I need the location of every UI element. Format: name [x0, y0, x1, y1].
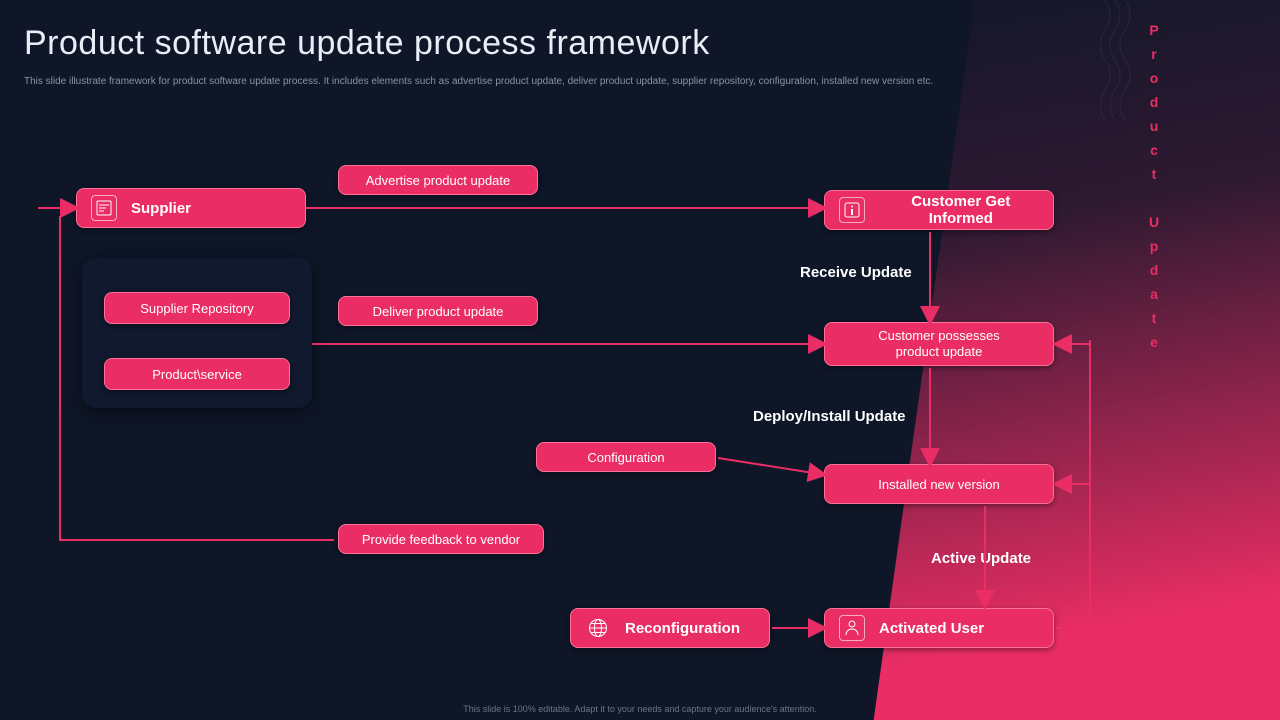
node-installed-label: Installed new version: [878, 477, 999, 492]
node-activated-user-label: Activated User: [879, 620, 984, 637]
node-deliver-label: Deliver product update: [373, 304, 504, 319]
node-product-service: Product\service: [104, 358, 290, 390]
step-receive-label: Receive Update: [800, 264, 912, 281]
node-reconfiguration: Reconfiguration: [570, 608, 770, 648]
side-label: Product Update: [1146, 22, 1162, 358]
node-customer-possesses-l2: product update: [896, 344, 983, 360]
node-advertise: Advertise product update: [338, 165, 538, 195]
step-deploy-label: Deploy/Install Update: [753, 408, 906, 425]
node-activated-user: Activated User: [824, 608, 1054, 648]
node-configuration-label: Configuration: [587, 450, 664, 465]
node-customer-informed-label: Customer Get Informed: [879, 193, 1043, 227]
node-provide-feedback-label: Provide feedback to vendor: [362, 532, 520, 547]
node-supplier-repo: Supplier Repository: [104, 292, 290, 324]
node-product-service-label: Product\service: [152, 367, 242, 382]
user-icon: [839, 615, 865, 641]
decorative-waves: [1100, 0, 1140, 120]
node-supplier-label: Supplier: [131, 200, 191, 217]
node-supplier-repo-label: Supplier Repository: [140, 301, 253, 316]
node-advertise-label: Advertise product update: [366, 173, 511, 188]
node-reconfiguration-label: Reconfiguration: [625, 620, 740, 637]
node-configuration: Configuration: [536, 442, 716, 472]
footer-note: This slide is 100% editable. Adapt it to…: [0, 704, 1280, 714]
supplier-icon: [91, 195, 117, 221]
page-title: Product software update process framewor…: [24, 24, 710, 63]
node-installed: Installed new version: [824, 464, 1054, 504]
node-provide-feedback: Provide feedback to vendor: [338, 524, 544, 554]
globe-icon: [585, 615, 611, 641]
node-customer-informed: Customer Get Informed: [824, 190, 1054, 230]
step-active-label: Active Update: [931, 550, 1031, 567]
node-customer-possesses: Customer possesses product update: [824, 322, 1054, 366]
node-supplier: Supplier: [76, 188, 306, 228]
node-customer-possesses-l1: Customer possesses: [878, 328, 999, 344]
node-deliver: Deliver product update: [338, 296, 538, 326]
page-subtitle: This slide illustrate framework for prod…: [24, 76, 933, 87]
info-icon: [839, 197, 865, 223]
